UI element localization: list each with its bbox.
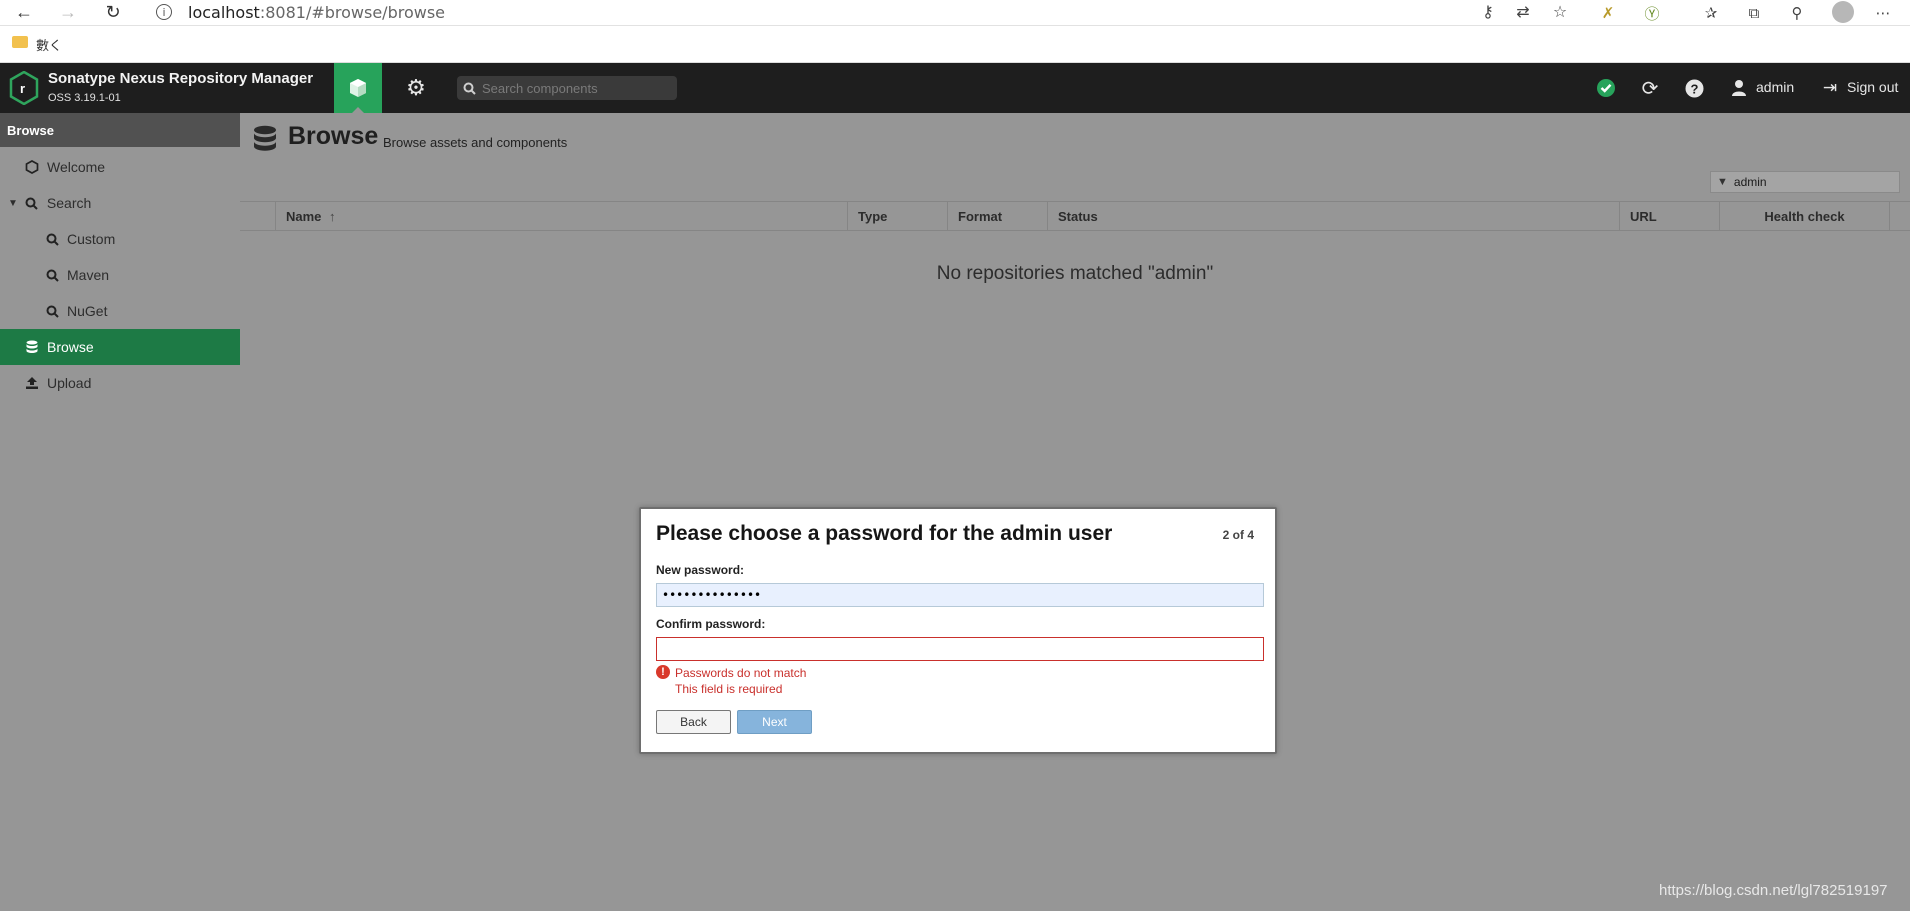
sidebar-item-label: Search	[46, 195, 92, 211]
step-indicator: 2 of 4	[1222, 528, 1254, 542]
empty-message: No repositories matched "admin"	[936, 263, 1214, 284]
database-icon	[24, 339, 40, 355]
new-password-label: New password:	[656, 563, 745, 577]
hexagon-icon	[24, 159, 40, 175]
back-button[interactable]: Back	[656, 710, 731, 734]
feedback-icon[interactable]: ⚲	[1786, 2, 1808, 24]
upload-icon	[24, 375, 40, 391]
user-icon[interactable]	[1727, 76, 1751, 100]
error-message-mismatch: Passwords do not match	[675, 666, 807, 680]
browse-mode-button[interactable]	[334, 63, 382, 113]
search-icon	[24, 195, 40, 211]
nexus-logo-icon: r	[9, 71, 39, 105]
sidebar-item-browse[interactable]: Browse	[0, 329, 240, 365]
search-icon	[44, 231, 60, 247]
watermark-text: https://blog.csdn.net/lgl782519197	[1659, 882, 1888, 899]
column-header-name[interactable]: Name ↑	[276, 202, 848, 230]
sidebar-item-label: Custom	[67, 231, 116, 247]
caret-down-icon: ▼	[8, 197, 18, 209]
confirm-password-label: Confirm password:	[656, 617, 766, 631]
extension-y-icon[interactable]: Ⓨ	[1641, 2, 1663, 24]
folder-icon[interactable]	[12, 36, 28, 48]
sidebar-item-nuget[interactable]: NuGet	[0, 293, 240, 329]
filter-icon: ▼	[1717, 176, 1728, 188]
browser-toolbar: ← → ↻ i localhost:8081/#browse/browse ⚷ …	[0, 0, 1910, 26]
profile-avatar[interactable]	[1832, 1, 1854, 23]
favorite-star-icon[interactable]: ☆	[1550, 2, 1570, 22]
new-password-field[interactable]	[656, 583, 1264, 607]
page-title: Browse	[288, 122, 379, 150]
component-search[interactable]	[457, 76, 677, 100]
bookmarks-bar: 數く	[0, 26, 1910, 63]
key-icon[interactable]: ⚷	[1478, 2, 1498, 22]
address-bar[interactable]: i localhost:8081/#browse/browse	[142, 0, 1582, 24]
error-message-required: This field is required	[675, 682, 783, 696]
forward-arrow-icon[interactable]: →	[56, 1, 80, 23]
error-icon: !	[656, 665, 670, 679]
search-icon	[44, 267, 60, 283]
database-icon	[254, 125, 276, 151]
site-info-icon[interactable]: i	[156, 4, 172, 20]
app-header: r Sonatype Nexus Repository Manager OSS …	[0, 63, 1910, 113]
cube-icon	[350, 79, 366, 97]
url-host: localhost	[188, 2, 260, 22]
sidebar: Browse Welcome ▼ Search Custom Maven NuG…	[0, 113, 240, 911]
sidebar-item-welcome[interactable]: Welcome	[0, 149, 240, 185]
sidebar-item-maven[interactable]: Maven	[0, 257, 240, 293]
sidebar-item-search[interactable]: ▼ Search	[0, 185, 240, 221]
column-header-url[interactable]: URL	[1620, 202, 1720, 230]
favorites-icon[interactable]: ✰	[1700, 2, 1722, 24]
confirm-password-field[interactable]	[656, 637, 1264, 661]
table-header: Name ↑ Type Format Status URL Health che…	[240, 201, 1910, 231]
next-button[interactable]: Next	[737, 710, 812, 734]
sidebar-item-custom[interactable]: Custom	[0, 221, 240, 257]
back-arrow-icon[interactable]: ←	[12, 1, 36, 23]
search-icon	[44, 303, 60, 319]
sidebar-heading: Browse	[0, 113, 240, 147]
sidebar-item-label: Welcome	[47, 159, 106, 175]
sign-out-link[interactable]: Sign out	[1847, 79, 1898, 95]
svg-text:r: r	[20, 81, 25, 96]
help-icon[interactable]: ?	[1682, 76, 1706, 100]
sidebar-item-label: Maven	[67, 267, 110, 283]
search-icon	[463, 82, 476, 95]
status-ok-icon[interactable]	[1594, 76, 1618, 100]
extension-x-icon[interactable]: ✗	[1597, 2, 1619, 24]
collections-icon[interactable]: ⧉	[1743, 2, 1765, 24]
refresh-icon[interactable]: ⟳	[1638, 76, 1662, 100]
column-header-status[interactable]: Status	[1048, 202, 1620, 230]
column-selector	[240, 202, 276, 230]
translate-icon[interactable]: ⇄	[1513, 2, 1533, 22]
column-header-type[interactable]: Type	[848, 202, 948, 230]
url-path: :8081/#browse/browse	[259, 2, 445, 22]
dialog-title: Please choose a password for the admin u…	[656, 522, 1113, 545]
sort-up-arrow-icon: ↑	[329, 209, 336, 224]
app-title: Sonatype Nexus Repository Manager	[48, 70, 314, 87]
svg-text:?: ?	[1690, 81, 1698, 96]
sidebar-item-label: Browse	[47, 339, 94, 355]
more-menu-icon[interactable]: ⋯	[1872, 2, 1894, 24]
page-subtitle: Browse assets and components	[383, 135, 568, 150]
sidebar-item-label: NuGet	[67, 303, 108, 319]
app-version: OSS 3.19.1-01	[48, 92, 121, 104]
user-name[interactable]: admin	[1756, 79, 1794, 95]
bookmark-label[interactable]: 數く	[36, 35, 62, 54]
gear-icon: ⚙	[406, 75, 426, 100]
column-header-format[interactable]: Format	[948, 202, 1048, 230]
repository-filter[interactable]: ▼	[1710, 171, 1900, 193]
sidebar-item-upload[interactable]: Upload	[0, 365, 240, 401]
sign-out-icon[interactable]: ⇥	[1818, 76, 1842, 100]
refresh-icon[interactable]: ↻	[101, 1, 125, 23]
filter-input[interactable]	[1733, 175, 1884, 189]
sidebar-item-label: Upload	[47, 375, 92, 391]
password-dialog: Please choose a password for the admin u…	[639, 507, 1277, 754]
search-components-input[interactable]	[482, 80, 662, 96]
column-header-health-check[interactable]: Health check	[1720, 202, 1890, 230]
admin-mode-button[interactable]: ⚙	[392, 63, 440, 113]
